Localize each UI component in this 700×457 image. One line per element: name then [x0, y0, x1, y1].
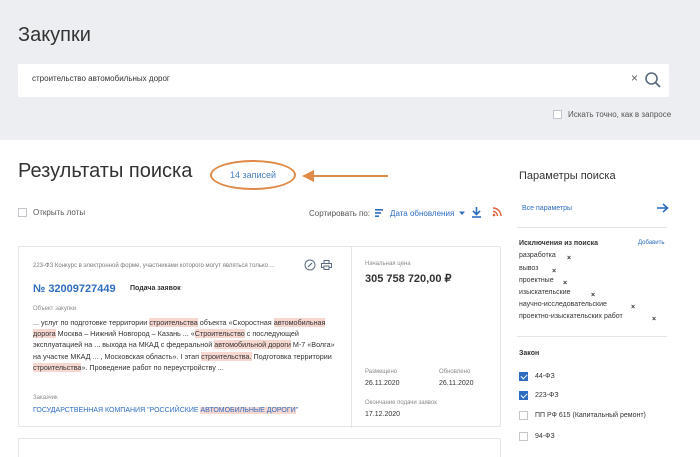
law-label: 94-ФЗ — [535, 433, 555, 440]
price-value: 305 758 720,00 ₽ — [365, 273, 452, 285]
law-label: ПП РФ 615 (Капитальный ремонт) — [535, 412, 646, 419]
law-checkbox[interactable] — [519, 432, 528, 441]
open-lots-option[interactable]: Открыть лоты — [18, 208, 85, 217]
print-icon[interactable] — [321, 260, 332, 270]
purchase-card-next[interactable] — [18, 438, 501, 457]
exact-match-label: Искать точно, как в запросе — [568, 110, 672, 119]
purchase-card[interactable]: 223-ФЗ Конкурс в электронной форме, учас… — [18, 246, 501, 428]
law-option[interactable]: ПП РФ 615 (Капитальный ремонт) — [519, 411, 646, 420]
search-input[interactable]: строительство автомобильных дорог — [32, 74, 170, 83]
placed-label: Размещено — [365, 369, 398, 375]
chevron-down-icon[interactable] — [458, 209, 466, 217]
card-divider — [351, 247, 352, 428]
exclusion-item: разработка — [519, 252, 556, 259]
remove-exclusion-icon[interactable]: × — [552, 268, 556, 275]
exclusion-item: научно-исследовательские — [519, 301, 607, 308]
exclusion-item: вывоз — [519, 265, 539, 272]
updated-label: Обновлено — [439, 369, 471, 375]
remove-exclusion-icon[interactable]: × — [631, 304, 635, 311]
results-title: Результаты поиска — [18, 160, 193, 182]
sidebar-divider — [517, 336, 667, 337]
purchase-type: 223-ФЗ Конкурс в электронной форме, учас… — [33, 263, 275, 269]
customer-label: Заказчик — [33, 395, 58, 401]
law-label: 44-ФЗ — [535, 373, 555, 380]
open-lots-checkbox[interactable] — [18, 208, 27, 217]
customer-link[interactable]: ГОСУДАРСТВЕННАЯ КОМПАНИЯ "РОССИЙСКИЕ АВТ… — [33, 407, 298, 414]
exclusion-item: проектно-изыскательских работ — [519, 313, 623, 320]
download-icon[interactable] — [471, 206, 482, 218]
remove-exclusion-icon[interactable]: × — [567, 255, 571, 262]
results-count: 14 записей — [210, 160, 296, 190]
law-label: 223-ФЗ — [535, 392, 559, 399]
search-bar[interactable]: строительство автомобильных дорог × — [18, 64, 669, 97]
law-checkbox[interactable] — [519, 372, 528, 381]
sort-label: Сортировать по: — [309, 208, 371, 218]
sidebar-divider — [517, 227, 667, 228]
purchase-number[interactable]: № 32009727449 — [33, 283, 116, 295]
price-label: Начальная цена — [365, 261, 411, 267]
object-description: ... услуг по подготовке территории строи… — [33, 318, 335, 372]
close-icon[interactable]: × — [631, 71, 638, 85]
updated-date: 26.11.2020 — [439, 380, 474, 387]
annotation-arrow-icon — [302, 170, 388, 182]
status-badge: Подача заявок — [130, 285, 181, 292]
open-lots-label: Открыть лоты — [33, 208, 86, 217]
sidebar-title: Параметры поиска — [519, 170, 616, 182]
page-title: Закупки — [18, 24, 91, 46]
sort-icon — [375, 209, 384, 217]
placed-date: 26.11.2020 — [365, 380, 400, 387]
pin-icon[interactable] — [304, 259, 316, 271]
law-option[interactable]: 94-ФЗ — [519, 432, 555, 441]
rss-icon[interactable] — [492, 207, 502, 217]
search-icon[interactable] — [644, 71, 662, 89]
sort-value[interactable]: Дата обновления — [390, 209, 454, 218]
object-label: Объект закупки — [33, 306, 77, 312]
deadline-label: Окончание подачи заявок — [365, 400, 437, 406]
exact-match-checkbox[interactable] — [553, 110, 562, 119]
deadline-date: 17.12.2020 — [365, 411, 401, 418]
arrow-right-icon[interactable] — [657, 203, 669, 213]
law-option[interactable]: 44-ФЗ — [519, 372, 555, 381]
header-panel: Закупки строительство автомобильных доро… — [0, 0, 700, 140]
exclusions-title: Исключения из поиска — [519, 240, 599, 247]
law-checkbox[interactable] — [519, 391, 528, 400]
exclusion-item: изыскательские — [519, 289, 571, 296]
remove-exclusion-icon[interactable]: × — [563, 280, 567, 287]
exclusions-add-link[interactable]: Добавить — [638, 240, 665, 246]
laws-title: Закон — [519, 350, 540, 357]
remove-exclusion-icon[interactable]: × — [652, 316, 656, 323]
remove-exclusion-icon[interactable]: × — [591, 292, 595, 299]
law-option[interactable]: 223-ФЗ — [519, 391, 559, 400]
exclusion-item: проектные — [519, 277, 554, 284]
law-checkbox[interactable] — [519, 411, 528, 420]
sort-control[interactable]: Сортировать по: Дата обновления — [309, 208, 466, 218]
all-params-link[interactable]: Все параметры — [522, 205, 572, 212]
exact-match-option[interactable]: Искать точно, как в запросе — [553, 110, 671, 119]
